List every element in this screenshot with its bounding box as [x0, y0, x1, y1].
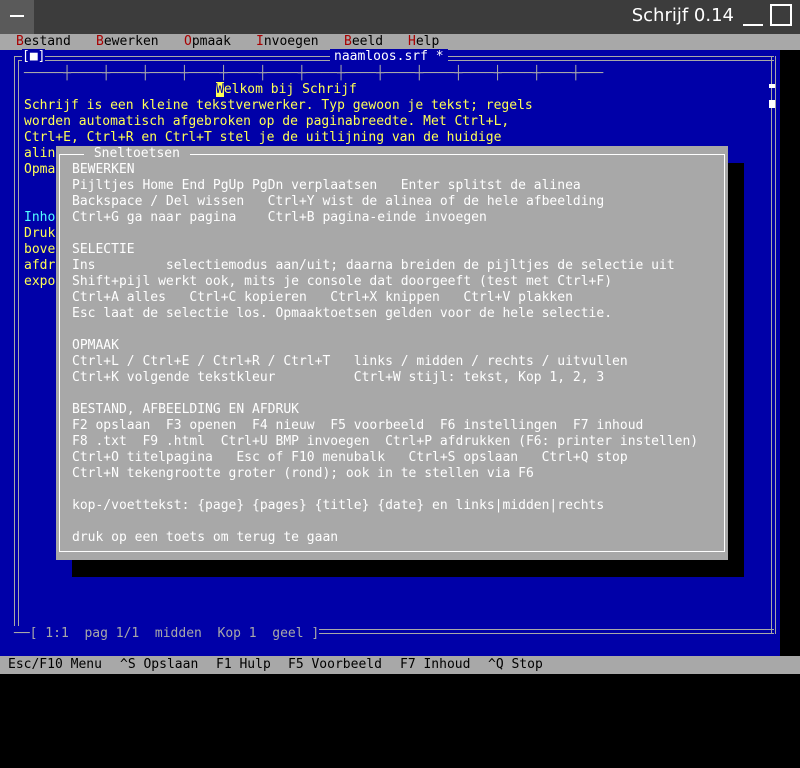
- document-heading: Welkom bij Schrijf: [216, 82, 357, 98]
- minimize-icon: [743, 24, 763, 26]
- menu-label: ewerken: [103, 34, 159, 49]
- dialog-dismiss-hint: druk op een toets om terug te gaan: [72, 530, 339, 545]
- heading-text: elkom bij Schrijf: [223, 82, 357, 97]
- maximize-button[interactable]: [770, 4, 792, 26]
- scroll-up-arrow[interactable]: [769, 84, 775, 88]
- window-menu-button[interactable]: [0, 0, 34, 34]
- text-cursor: W: [216, 82, 224, 97]
- dialog-line: OPMAAK: [72, 338, 119, 353]
- document-line: Schrijf is een kleine tekstverwerker. Ty…: [24, 98, 533, 113]
- menu-label: eeld: [351, 34, 384, 49]
- menu-bar: Bestand Bewerken Opmaak Invoegen Beeld H…: [0, 34, 800, 50]
- window-titlebar: Schrijf 0.14: [0, 0, 800, 34]
- menu-hotkey: I: [256, 34, 264, 49]
- scrollbar-track[interactable]: [771, 56, 772, 634]
- menu-bestand[interactable]: Bestand: [16, 34, 71, 50]
- window-title: Schrijf 0.14: [631, 5, 734, 26]
- menu-bewerken[interactable]: Bewerken: [96, 34, 159, 50]
- menu-label: pmaak: [191, 34, 231, 49]
- dialog-line: Ctrl+L / Ctrl+E / Ctrl+R / Ctrl+T links …: [72, 354, 628, 369]
- dialog-line: Ctrl+O titelpagina Esc of F10 menubalk C…: [72, 450, 628, 465]
- document-line: Druk: [24, 226, 56, 241]
- dialog-line: Ctrl+K volgende tekstkleur Ctrl+W stijl:…: [72, 370, 605, 385]
- menu-hotkey: B: [344, 34, 352, 49]
- menu-hotkey: B: [96, 34, 104, 49]
- hint-preview[interactable]: F5 Voorbeeld: [288, 657, 382, 673]
- document-line: alin: [24, 146, 56, 161]
- dialog-line: Esc laat de selectie los. Opmaaktoetsen …: [72, 306, 613, 321]
- ruler: ─────┼────┼────┼────┼────┼────┼────┼────…: [24, 66, 604, 81]
- menu-label: estand: [23, 34, 71, 49]
- menu-opmaak[interactable]: Opmaak: [184, 34, 231, 50]
- close-window-button[interactable]: [■]: [22, 49, 46, 65]
- dialog-line: Ctrl+G ga naar pagina Ctrl+B pagina-eind…: [72, 210, 487, 225]
- dialog-line: F2 opslaan F3 openen F4 nieuw F5 voorbee…: [72, 418, 644, 433]
- dialog-line: SELECTIE: [72, 242, 135, 257]
- document-line: expo: [24, 274, 56, 289]
- document-line: Ctrl+E, Ctrl+R en Ctrl+T stel je de uitl…: [24, 130, 502, 145]
- dialog-line: kop-/voettekst: {page} {pages} {title} {…: [72, 498, 605, 513]
- dialog-line: F8 .txt F9 .html Ctrl+U BMP invoegen Ctr…: [72, 434, 699, 449]
- dialog-line: BESTAND, AFBEELDING EN AFDRUK: [72, 402, 299, 417]
- dialog-line: BEWERKEN: [72, 162, 135, 177]
- status-line: ──[ 1:1 pag 1/1 midden Kop 1 geel ]: [14, 626, 320, 642]
- document-line: Inho: [24, 210, 56, 225]
- menu-hotkey: O: [184, 34, 192, 49]
- menu-hotkey: B: [16, 34, 24, 49]
- hint-quit[interactable]: ^Q Stop: [488, 657, 543, 673]
- dialog-line: Pijltjes Home End PgUp PgDn verplaatsen …: [72, 178, 581, 193]
- hint-help[interactable]: F1 Hulp: [216, 657, 271, 673]
- shortcuts-dialog: Sneltoetsen BEWERKEN Pijltjes Home End P…: [56, 146, 728, 560]
- dialog-line: Ctrl+N tekengrootte groter (rond); ook i…: [72, 466, 534, 481]
- document-line: bove: [24, 242, 56, 257]
- status-text: [ 1:1 pag 1/1 midden Kop 1 geel ]: [29, 626, 320, 641]
- scrollbar-track-edge: [775, 56, 776, 634]
- window-menu-icon: [10, 15, 24, 17]
- menu-hotkey: H: [408, 34, 416, 49]
- dialog-line: Ins selectiemodus aan/uit; daarna breide…: [72, 258, 675, 273]
- dialog-line: Ctrl+A alles Ctrl+C kopieren Ctrl+X knip…: [72, 290, 573, 305]
- menu-help[interactable]: Help: [408, 34, 439, 50]
- hint-save[interactable]: ^S Opslaan: [120, 657, 198, 673]
- menu-label: elp: [415, 34, 440, 49]
- dialog-title: Sneltoetsen: [84, 146, 190, 162]
- hint-bar: Esc/F10 Menu ^S Opslaan F1 Hulp F5 Voorb…: [0, 656, 800, 674]
- document-line: worden automatisch afgebroken op de pagi…: [24, 114, 510, 129]
- hint-toc[interactable]: F7 Inhoud: [400, 657, 470, 673]
- document-line: Opma: [24, 162, 56, 177]
- scrollbar-thumb[interactable]: [769, 100, 775, 108]
- dialog-line: Shift+pijl werkt ook, mits je console da…: [72, 274, 613, 289]
- dialog-line: Backspace / Del wissen Ctrl+Y wist de al…: [72, 194, 605, 209]
- hint-menu[interactable]: Esc/F10 Menu: [8, 657, 102, 673]
- document-line: afdr: [24, 258, 56, 273]
- minimize-button[interactable]: [741, 4, 765, 28]
- menu-invoegen[interactable]: Invoegen: [256, 34, 319, 50]
- document-title: naamloos.srf *: [330, 49, 448, 65]
- menu-beeld[interactable]: Beeld: [344, 34, 383, 50]
- menu-label: nvoegen: [263, 34, 319, 49]
